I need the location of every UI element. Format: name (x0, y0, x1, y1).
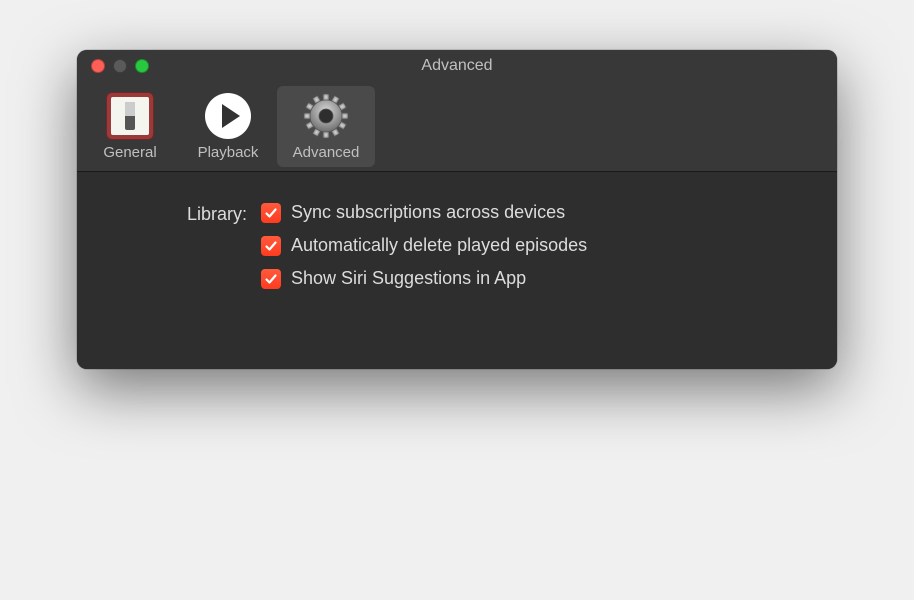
window-title: Advanced (421, 57, 492, 75)
tab-advanced[interactable]: Advanced (277, 86, 375, 167)
tab-playback[interactable]: Playback (179, 86, 277, 167)
zoom-button[interactable] (135, 59, 149, 73)
preferences-window: Advanced General Playback (77, 50, 837, 369)
gear-icon (302, 92, 350, 140)
general-icon (106, 92, 154, 140)
tab-general[interactable]: General (81, 86, 179, 167)
toolbar-tabs: General Playback (77, 82, 837, 172)
playback-icon (204, 92, 252, 140)
option-sync-label: Sync subscriptions across devices (291, 202, 565, 223)
checkbox-sync[interactable] (261, 203, 281, 223)
traffic-lights (91, 59, 149, 73)
tab-general-label: General (103, 144, 156, 161)
option-autodelete: Automatically delete played episodes (261, 235, 587, 256)
option-sync: Sync subscriptions across devices (261, 202, 587, 223)
checkbox-siri[interactable] (261, 269, 281, 289)
library-section: Library: Sync subscriptions across devic… (107, 202, 807, 289)
content-panel: Library: Sync subscriptions across devic… (77, 172, 837, 369)
minimize-button[interactable] (113, 59, 127, 73)
options-list: Sync subscriptions across devices Automa… (261, 202, 587, 289)
tab-advanced-label: Advanced (293, 144, 360, 161)
library-label: Library: (107, 202, 247, 225)
option-siri: Show Siri Suggestions in App (261, 268, 587, 289)
checkbox-autodelete[interactable] (261, 236, 281, 256)
tab-playback-label: Playback (198, 144, 259, 161)
option-autodelete-label: Automatically delete played episodes (291, 235, 587, 256)
option-siri-label: Show Siri Suggestions in App (291, 268, 526, 289)
close-button[interactable] (91, 59, 105, 73)
titlebar: Advanced (77, 50, 837, 82)
